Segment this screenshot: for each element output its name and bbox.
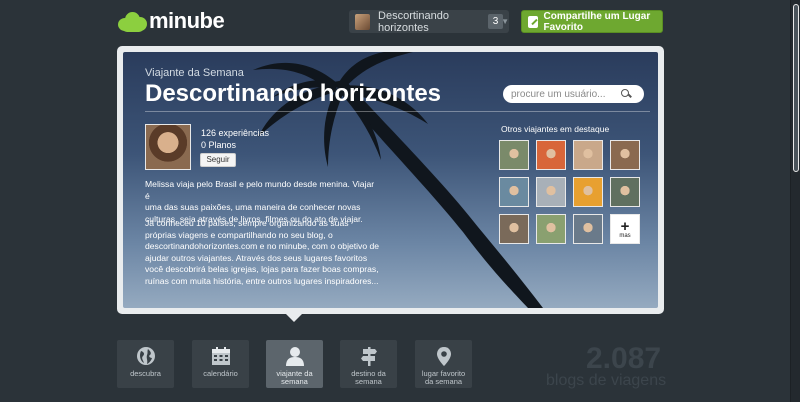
person-icon <box>285 347 304 366</box>
nav-destination-of-week[interactable]: destino da semana <box>340 340 397 388</box>
hero-panel: Viajante da Semana Descortinando horizon… <box>123 52 658 308</box>
traveler-thumbnail[interactable] <box>610 140 640 170</box>
nav-label: viajante da semana <box>276 370 312 386</box>
traveler-thumbnail[interactable] <box>536 177 566 207</box>
traveler-thumbnail[interactable] <box>573 214 603 244</box>
bio-line: ruínas com muita história, entre outros … <box>145 275 379 286</box>
map-pin-icon <box>436 347 451 366</box>
traveler-thumbnail[interactable] <box>610 177 640 207</box>
traveler-thumbnail[interactable] <box>536 140 566 170</box>
more-label: mas <box>619 232 631 239</box>
traveler-thumbnail[interactable] <box>536 214 566 244</box>
cloud-logo-icon <box>118 10 148 32</box>
bio-line: Já conheceu 10 países, sempre organizand… <box>145 218 349 228</box>
nav-label-line: semana <box>355 377 382 386</box>
bio-paragraph-2: Já conheceu 10 países, sempre organizand… <box>145 218 380 287</box>
follow-button[interactable]: Seguir <box>200 153 236 167</box>
signpost-icon <box>360 347 377 366</box>
calendar-icon <box>211 347 230 365</box>
traveler-thumbnail[interactable] <box>499 177 529 207</box>
nav-label: lugar favorito da semana <box>422 370 465 386</box>
user-search-box[interactable] <box>503 85 644 103</box>
nav-label: descubra <box>130 369 161 378</box>
nav-label-line: da semana <box>424 377 463 386</box>
hero-subtitle: Viajante da Semana <box>145 67 244 79</box>
bio-line: próprias viagens e compartilhando no seu… <box>145 229 333 240</box>
nav-label: calendário <box>203 369 238 378</box>
nav-label-line: semana <box>281 377 308 386</box>
experiences-count[interactable]: 126 experiências <box>201 128 269 138</box>
traveler-avatar[interactable] <box>145 124 191 170</box>
featured-travelers-grid: + mas <box>499 140 640 244</box>
share-button-label: Compartilhe um Lugar Favorito <box>543 10 651 33</box>
divider <box>145 111 650 112</box>
notification-count-badge[interactable]: 3 <box>488 14 503 29</box>
page-scrollbar[interactable] <box>790 0 800 402</box>
plus-icon: + <box>620 217 630 235</box>
traveler-thumbnail[interactable] <box>499 214 529 244</box>
scrollbar-thumb[interactable] <box>793 4 799 172</box>
bio-line: Melissa viaja pelo Brasil e pelo mundo d… <box>145 179 375 201</box>
blog-count: 2.087 <box>586 342 662 375</box>
nav-favorite-place-of-week[interactable]: lugar favorito da semana <box>415 340 472 388</box>
user-search-input[interactable] <box>511 88 621 100</box>
nav-label: destino da semana <box>351 370 386 386</box>
plans-count[interactable]: 0 Planos <box>201 140 236 150</box>
bio-line: você descobrirá belas igrejas, lojas par… <box>145 264 379 274</box>
nav-discover[interactable]: descubra <box>117 340 174 388</box>
blog-count-caption: blogs de viagens <box>546 372 667 389</box>
traveler-thumbnail[interactable] <box>573 177 603 207</box>
traveler-of-week-card: Viajante da Semana Descortinando horizon… <box>117 46 664 322</box>
bio-line: ajudar outros viajantes. Através dos seu… <box>145 252 368 263</box>
user-menu[interactable]: Descortinando horizontes ▼ 3 <box>349 9 509 34</box>
user-name: Descortinando horizontes <box>378 9 449 34</box>
active-tab-pointer <box>285 313 303 322</box>
globe-icon <box>136 347 155 365</box>
traveler-thumbnail[interactable] <box>573 140 603 170</box>
bio-line: descortinandohorizontes.com e no minube,… <box>145 241 380 251</box>
logo-text: minube <box>149 8 225 33</box>
featured-travelers-title: Otros viajantes em destaque <box>501 124 610 134</box>
search-icon[interactable] <box>621 89 631 99</box>
user-avatar <box>355 13 371 30</box>
share-place-button[interactable]: Compartilhe um Lugar Favorito <box>521 10 663 33</box>
nav-traveler-of-week[interactable]: viajante da semana <box>266 340 323 388</box>
nav-calendar[interactable]: calendário <box>192 340 249 388</box>
bio-line: uma das suas paixões, uma maneira de con… <box>145 202 361 212</box>
minube-logo[interactable]: minube <box>118 6 225 36</box>
more-travelers-button[interactable]: + mas <box>610 214 640 244</box>
traveler-name-title[interactable]: Descortinando horizontes <box>145 80 441 108</box>
edit-icon <box>528 15 538 28</box>
traveler-thumbnail[interactable] <box>499 140 529 170</box>
